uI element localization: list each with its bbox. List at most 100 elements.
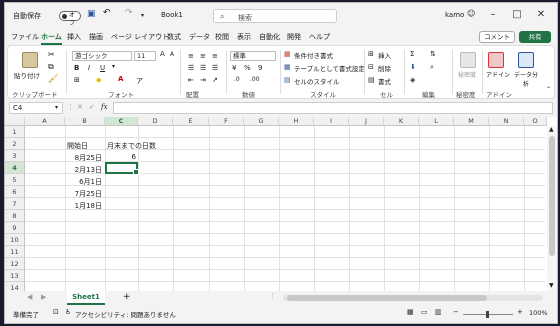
tab-automate[interactable]: 自動化 bbox=[259, 32, 280, 42]
italic-icon[interactable]: I bbox=[88, 64, 90, 72]
border-icon[interactable]: ⊞ bbox=[74, 76, 80, 84]
insert-function-icon[interactable]: fx bbox=[101, 103, 108, 111]
column-header[interactable]: N bbox=[489, 117, 524, 126]
zoom-slider-thumb[interactable] bbox=[486, 311, 489, 318]
number-format-select[interactable]: 標準 bbox=[230, 51, 276, 61]
cell-C3[interactable]: 6 bbox=[105, 153, 136, 161]
paste-label[interactable]: 貼り付け bbox=[14, 70, 40, 80]
column-header[interactable]: J bbox=[349, 117, 384, 126]
column-header[interactable]: E bbox=[173, 117, 209, 126]
cell-B7[interactable]: 1月18日 bbox=[65, 201, 102, 211]
comments-button[interactable]: コメント bbox=[479, 31, 515, 43]
align-left-icon[interactable]: ☰ bbox=[188, 64, 194, 72]
cell-B3[interactable]: 8月25日 bbox=[65, 153, 102, 163]
customize-qat-icon[interactable]: ▾ bbox=[141, 12, 144, 19]
undo-icon[interactable]: ↶ bbox=[103, 8, 111, 18]
collapse-ribbon-icon[interactable]: ⌃ bbox=[546, 86, 551, 93]
name-box-dropdown-icon[interactable]: ▾ bbox=[55, 104, 58, 111]
font-name-select[interactable]: 游ゴシック bbox=[72, 51, 132, 61]
column-header[interactable]: O bbox=[524, 117, 547, 126]
zoom-in-icon[interactable]: + bbox=[517, 308, 523, 316]
increase-decimal-icon[interactable]: .0 bbox=[234, 76, 240, 83]
next-sheet-icon[interactable]: ▶ bbox=[41, 293, 46, 301]
enter-icon[interactable]: ✓ bbox=[89, 103, 95, 111]
column-header[interactable]: C bbox=[105, 117, 138, 126]
format-painter-icon[interactable]: 🖌 bbox=[48, 74, 58, 83]
data-analysis-button[interactable]: データ分析 bbox=[512, 70, 540, 88]
vertical-scrollbar[interactable]: ▲ ▼ bbox=[547, 126, 557, 291]
tab-draw[interactable]: 描画 bbox=[89, 32, 103, 42]
column-header[interactable]: H bbox=[279, 117, 314, 126]
increase-indent-icon[interactable]: ⇥ bbox=[200, 76, 206, 84]
formula-input[interactable] bbox=[113, 102, 553, 114]
user-name[interactable]: kamo bbox=[445, 11, 464, 19]
row-header[interactable]: 5 bbox=[5, 174, 25, 186]
format-cells-button[interactable]: 書式 bbox=[378, 76, 391, 86]
delete-cells-button[interactable]: 削除 bbox=[378, 63, 391, 73]
zoom-level[interactable]: 100% bbox=[529, 309, 548, 317]
align-top-icon[interactable]: ≡ bbox=[188, 52, 194, 60]
fill-handle[interactable] bbox=[133, 169, 139, 175]
column-header[interactable]: F bbox=[209, 117, 244, 126]
sensitivity-icon[interactable] bbox=[460, 52, 476, 68]
tab-formulas[interactable]: 数式 bbox=[167, 32, 181, 42]
format-as-table-button[interactable]: テーブルとして書式設定 bbox=[294, 63, 365, 73]
column-header[interactable]: K bbox=[384, 117, 419, 126]
column-header[interactable]: G bbox=[244, 117, 279, 126]
fill-color-icon[interactable]: ◆ bbox=[96, 76, 101, 84]
row-header[interactable]: 10 bbox=[5, 234, 25, 246]
align-right-icon[interactable]: ☰ bbox=[212, 64, 218, 72]
tab-view[interactable]: 表示 bbox=[237, 32, 251, 42]
cell-B4[interactable]: 2月13日 bbox=[65, 165, 102, 175]
select-all-corner[interactable] bbox=[5, 117, 25, 126]
cell-B6[interactable]: 7月25日 bbox=[65, 189, 102, 199]
cell-styles-button[interactable]: セルのスタイル bbox=[294, 76, 340, 86]
row-header[interactable]: 8 bbox=[5, 210, 25, 222]
avatar-icon[interactable]: ☺ bbox=[467, 9, 475, 18]
scroll-down-icon[interactable]: ▼ bbox=[549, 282, 554, 289]
underline-dropdown-icon[interactable]: ▾ bbox=[112, 63, 115, 70]
copy-icon[interactable]: ⧉ bbox=[48, 62, 54, 72]
redo-icon[interactable]: ↷ bbox=[125, 8, 133, 18]
column-header[interactable]: L bbox=[419, 117, 454, 126]
decrease-decimal-icon[interactable]: .00 bbox=[250, 76, 260, 83]
zoom-out-icon[interactable]: − bbox=[453, 308, 459, 316]
search-box[interactable]: ⌕ 検索 bbox=[213, 9, 337, 23]
sensitivity-button[interactable]: 秘密度 bbox=[458, 70, 476, 79]
find-select-icon[interactable]: ⌕ bbox=[430, 63, 434, 72]
row-header[interactable]: 13 bbox=[5, 270, 25, 282]
tab-help[interactable]: ヘルプ bbox=[309, 32, 330, 42]
decrease-indent-icon[interactable]: ⇤ bbox=[188, 76, 194, 84]
row-header[interactable]: 14 bbox=[5, 282, 25, 291]
page-layout-view-icon[interactable]: ▭ bbox=[421, 308, 428, 316]
accessibility-status[interactable]: アクセシビリティ: 問題ありません bbox=[75, 309, 176, 319]
row-header[interactable]: 4 bbox=[5, 162, 25, 174]
normal-view-icon[interactable]: ▦ bbox=[407, 308, 414, 316]
tab-developer[interactable]: 開発 bbox=[287, 32, 301, 42]
row-header[interactable]: 11 bbox=[5, 246, 25, 258]
row-header[interactable]: 2 bbox=[5, 138, 25, 150]
tab-review[interactable]: 校閲 bbox=[215, 32, 229, 42]
row-header[interactable]: 6 bbox=[5, 186, 25, 198]
cut-icon[interactable]: ✂ bbox=[48, 50, 55, 59]
prev-sheet-icon[interactable]: ◀ bbox=[27, 293, 32, 301]
font-color-icon[interactable]: A bbox=[118, 75, 123, 83]
cancel-icon[interactable]: ✕ bbox=[77, 103, 83, 111]
column-header[interactable]: I bbox=[314, 117, 349, 126]
column-header[interactable]: D bbox=[138, 117, 173, 126]
decrease-font-icon[interactable]: A bbox=[170, 51, 174, 58]
horizontal-scrollbar[interactable] bbox=[283, 295, 543, 301]
bold-icon[interactable]: B bbox=[74, 64, 79, 72]
column-header[interactable]: B bbox=[65, 117, 105, 126]
row-header[interactable]: 9 bbox=[5, 222, 25, 234]
spreadsheet-grid[interactable]: A B C D E F G H I J K L M N O 1 2 3 4 5 … bbox=[5, 117, 557, 291]
align-bottom-icon[interactable]: ≡ bbox=[212, 52, 218, 60]
cell-B5[interactable]: 6月1日 bbox=[65, 177, 102, 187]
comma-icon[interactable]: 9 bbox=[258, 64, 262, 72]
tab-home[interactable]: ホーム bbox=[41, 32, 62, 45]
fill-icon[interactable]: ⬇ bbox=[410, 63, 416, 71]
selected-cell-C4[interactable] bbox=[105, 162, 139, 175]
accessibility-icon[interactable]: ♿ bbox=[65, 308, 71, 316]
scroll-thumb[interactable] bbox=[287, 295, 487, 301]
share-button[interactable]: 共有 bbox=[519, 31, 551, 43]
